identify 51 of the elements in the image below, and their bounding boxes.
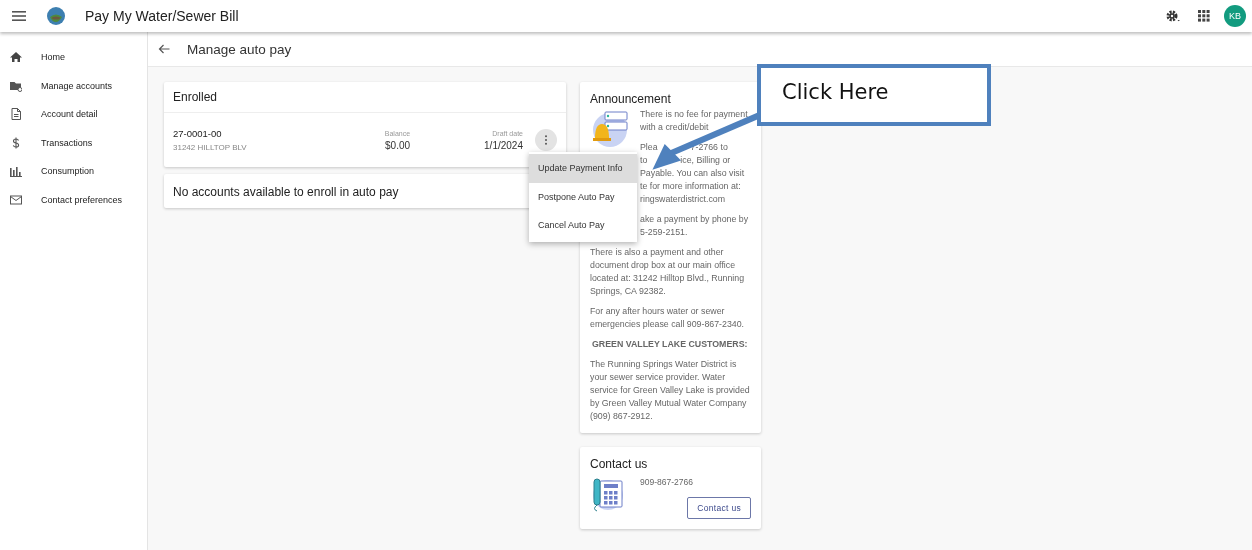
card-title: Contact us bbox=[590, 457, 649, 471]
envelope-icon bbox=[10, 193, 22, 206]
folder-gear-icon bbox=[10, 79, 22, 92]
menu-item[interactable]: Cancel Auto Pay bbox=[529, 211, 637, 240]
home-icon bbox=[10, 51, 22, 64]
menu-icon[interactable] bbox=[12, 10, 26, 22]
document-icon bbox=[10, 108, 22, 121]
menu-item[interactable]: Update Payment Info bbox=[529, 154, 637, 183]
bar-chart-icon bbox=[10, 165, 22, 178]
announcement-text: ice, Billing or bbox=[680, 154, 731, 167]
card-title: Announcement bbox=[590, 92, 672, 106]
page-title: Manage auto pay bbox=[187, 41, 292, 57]
globe-logo-icon bbox=[47, 7, 65, 25]
announcement-paragraph: The Running Springs Water District is your sewer service provider. Water service for Green Valley Lake is provided by Green Valley Mutual Water Company (909) 867-2912. bbox=[590, 358, 750, 423]
announcement-paragraph: For any after hours water or sewer emergencies please call 909-867-2340. bbox=[590, 305, 746, 331]
callout-box: Click Here bbox=[757, 64, 991, 126]
vertical-dots-icon bbox=[544, 135, 548, 145]
card-title: Enrolled bbox=[164, 82, 566, 113]
announcement-text: with a credit/debit bbox=[640, 121, 709, 134]
announcement-text: te for more information at: bbox=[640, 180, 741, 193]
announcement-text: to bbox=[640, 154, 648, 167]
menu-item[interactable]: Postpone Auto Pay bbox=[529, 182, 637, 211]
announcement-text: 5-259-2151. bbox=[640, 226, 688, 239]
account-number: 27-0001-00 bbox=[173, 128, 223, 139]
announcement-text: Payable. You can also visit bbox=[640, 167, 745, 180]
sidebar-item[interactable]: Transactions bbox=[41, 137, 93, 148]
more-options-button[interactable] bbox=[535, 129, 557, 151]
sidebar-item[interactable]: Account detail bbox=[41, 109, 98, 120]
app-title: Pay My Water/Sewer Bill bbox=[85, 8, 240, 24]
card-title: No accounts available to enroll in auto pay bbox=[173, 185, 399, 199]
announcement-text: ringswaterdistrict.com bbox=[640, 193, 726, 206]
phone-number: 909-867-2766 bbox=[640, 477, 693, 487]
apps-grid-icon[interactable] bbox=[1198, 10, 1210, 22]
contact-us-button[interactable]: Contact us bbox=[687, 497, 751, 519]
announcement-text: Plea bbox=[640, 141, 658, 154]
back-arrow-icon[interactable] bbox=[158, 43, 170, 55]
sidebar-item[interactable]: Manage accounts bbox=[41, 80, 113, 91]
account-address: 31242 HILLTOP BLV bbox=[173, 143, 248, 152]
announcement-text: ake a payment by phone by bbox=[640, 213, 749, 226]
bell-list-illustration-icon bbox=[590, 108, 630, 148]
balance-value: $0.00 bbox=[384, 139, 411, 151]
sidebar-item[interactable]: Contact preferences bbox=[41, 194, 123, 205]
sidebar-item[interactable]: Home bbox=[41, 52, 65, 63]
announcement-text: There is no fee for payment bbox=[640, 108, 748, 121]
announcement-paragraph: There is also a payment and other document drop box at our main office located at: 31242 Hilltop Blvd., Running Springs, CA 92382. bbox=[590, 246, 746, 298]
desk-phone-illustration-icon bbox=[590, 475, 626, 513]
dollar-icon bbox=[10, 136, 22, 149]
sidebar-item[interactable]: Consumption bbox=[41, 166, 95, 177]
draft-date-value: 1/1/2024 bbox=[484, 139, 523, 151]
settings-icon[interactable] bbox=[1166, 9, 1180, 23]
announcement-heading: GREEN VALLEY LAKE CUSTOMERS: bbox=[591, 338, 749, 351]
